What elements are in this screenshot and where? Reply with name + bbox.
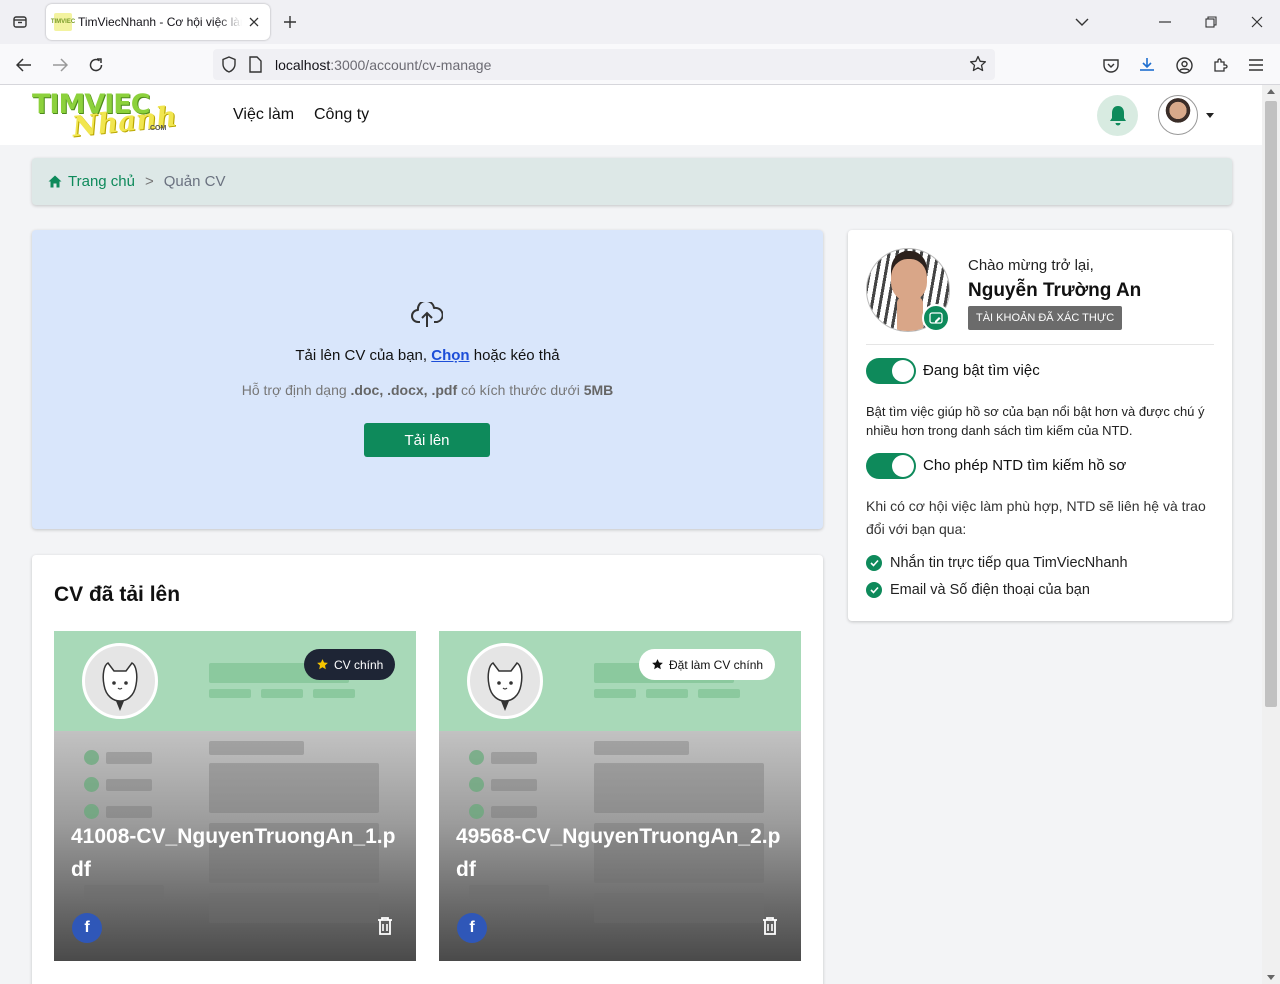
scroll-up-icon[interactable] — [1267, 89, 1275, 94]
set-main-cv-button[interactable]: Đặt làm CV chính — [639, 649, 776, 680]
contact-method-label: Email và Số điện thoại của bạn — [890, 582, 1090, 598]
url-bar[interactable]: localhost:3000/account/cv-manage — [213, 49, 995, 80]
contact-method-item: Email và Số điện thoại của bạn — [866, 582, 1090, 598]
divider — [866, 344, 1214, 345]
section-title: CV đã tải lên — [54, 583, 181, 606]
tab-title: TimViecNhanh - Cơ hội việc làm — [78, 15, 243, 29]
scroll-thumb[interactable] — [1265, 101, 1277, 707]
nav-companies[interactable]: Công ty — [314, 106, 369, 124]
badge-label: Đặt làm CV chính — [669, 657, 764, 672]
upload-title: Tải lên CV của bạn, Chọn hoặc kéo thả — [295, 347, 560, 364]
pocket-icon[interactable] — [1098, 52, 1124, 78]
star-icon — [317, 659, 328, 670]
reload-icon[interactable] — [83, 52, 109, 78]
close-tab-icon[interactable] — [246, 14, 262, 30]
extensions-icon[interactable] — [1207, 52, 1233, 78]
upload-hint: Hỗ trợ định dạng .doc, .docx, .pdf có kí… — [241, 382, 614, 398]
job-search-description: Bật tìm việc giúp hồ sơ của bạn nổi bật … — [866, 404, 1205, 438]
cv-avatar-image — [82, 643, 158, 719]
badge-label: CV chính — [334, 657, 384, 672]
main-cv-badge[interactable]: CV chính — [304, 649, 396, 680]
restore-icon[interactable] — [1199, 10, 1223, 34]
notification-bell-icon[interactable] — [1097, 95, 1138, 136]
verified-badge: TÀI KHOẢN ĐÃ XÁC THỰC — [968, 306, 1123, 330]
welcome-text: Chào mừng trở lại, — [968, 257, 1094, 274]
favicon-icon: TIMVIEC — [51, 13, 75, 31]
list-all-tabs-icon[interactable] — [1070, 10, 1094, 34]
allow-search-toggle[interactable] — [866, 453, 916, 479]
cv-file-name: 41008-CV_NguyenTruongAn_1.pdf — [71, 825, 396, 881]
site-logo[interactable]: TIMVIEC Nhanh .COM — [32, 89, 178, 143]
cv-file-name: 49568-CV_NguyenTruongAn_2.pdf — [456, 825, 781, 881]
facebook-share-icon[interactable]: f — [457, 913, 487, 943]
cloud-upload-icon — [411, 302, 443, 328]
page-scrollbar[interactable] — [1262, 85, 1280, 984]
forward-icon[interactable] — [47, 52, 73, 78]
cv-upload-dropzone[interactable]: Tải lên CV của bạn, Chọn hoặc kéo thả Hỗ… — [32, 230, 823, 529]
page-icon[interactable] — [248, 56, 262, 73]
edit-avatar-icon[interactable] — [922, 304, 950, 332]
chevron-down-icon[interactable] — [1206, 113, 1214, 118]
cv-card[interactable]: Đặt làm CV chính 49568-CV_NguyenTruongAn… — [439, 631, 801, 961]
delete-icon[interactable] — [762, 916, 780, 938]
job-search-toggle[interactable] — [866, 358, 916, 384]
star-icon — [652, 659, 663, 670]
url-text[interactable]: localhost:3000/account/cv-manage — [275, 57, 491, 73]
menu-icon[interactable] — [1243, 52, 1269, 78]
breadcrumb-home[interactable]: Trang chủ — [48, 173, 135, 190]
check-circle-icon — [866, 555, 882, 571]
check-circle-icon — [866, 582, 882, 598]
allow-search-label: Cho phép NTD tìm kiếm hồ sơ — [923, 457, 1127, 474]
delete-icon[interactable] — [377, 916, 395, 938]
minimize-icon[interactable] — [1153, 10, 1177, 34]
user-avatar[interactable] — [1158, 95, 1198, 135]
uploaded-cv-section: CV đã tải lên CV chính 41008-CV_NguyenTr… — [32, 555, 823, 984]
breadcrumb-home-label: Trang chủ — [68, 173, 135, 190]
breadcrumb: Trang chủ > Quản CV — [32, 158, 1232, 205]
tab-list-icon[interactable] — [8, 10, 32, 34]
back-icon[interactable] — [11, 52, 37, 78]
contact-description: Khi có cơ hội việc làm phù hợp, NTD sẽ l… — [866, 498, 1206, 537]
contact-method-item: Nhắn tin trực tiếp qua TimViecNhanh — [866, 555, 1128, 571]
browser-navbar: localhost:3000/account/cv-manage — [0, 44, 1280, 85]
bookmark-star-icon[interactable] — [969, 55, 987, 73]
nav-jobs[interactable]: Việc làm — [233, 106, 294, 124]
logo-com-text: .COM — [148, 125, 167, 132]
user-name: Nguyễn Trường An — [968, 280, 1142, 301]
page-viewport: TIMVIEC Nhanh .COM Việc làm Công ty Tran… — [0, 85, 1262, 984]
scroll-down-icon[interactable] — [1267, 975, 1275, 980]
breadcrumb-current: Quản CV — [163, 173, 226, 190]
profile-card: Chào mừng trở lại, Nguyễn Trường An TÀI … — [848, 230, 1232, 621]
account-icon[interactable] — [1171, 52, 1197, 78]
new-tab-icon[interactable] — [279, 11, 301, 33]
cv-avatar-image — [467, 643, 543, 719]
browser-tabbar: TIMVIEC TimViecNhanh - Cơ hội việc làm — [0, 0, 1280, 44]
facebook-share-icon[interactable]: f — [72, 913, 102, 943]
downloads-icon[interactable] — [1134, 52, 1160, 78]
close-window-icon[interactable] — [1245, 10, 1269, 34]
upload-button[interactable]: Tải lên — [364, 423, 490, 457]
shield-icon[interactable] — [221, 56, 237, 73]
site-header: TIMVIEC Nhanh .COM Việc làm Công ty — [0, 85, 1262, 145]
cv-card[interactable]: CV chính 41008-CV_NguyenTruongAn_1.pdf f — [54, 631, 416, 961]
choose-file-link[interactable]: Chọn — [431, 347, 469, 364]
breadcrumb-separator: > — [144, 173, 154, 190]
job-search-label: Đang bật tìm việc — [923, 362, 1040, 379]
browser-tab[interactable]: TIMVIEC TimViecNhanh - Cơ hội việc làm — [46, 4, 270, 40]
home-icon — [48, 175, 62, 188]
contact-method-label: Nhắn tin trực tiếp qua TimViecNhanh — [890, 555, 1128, 571]
